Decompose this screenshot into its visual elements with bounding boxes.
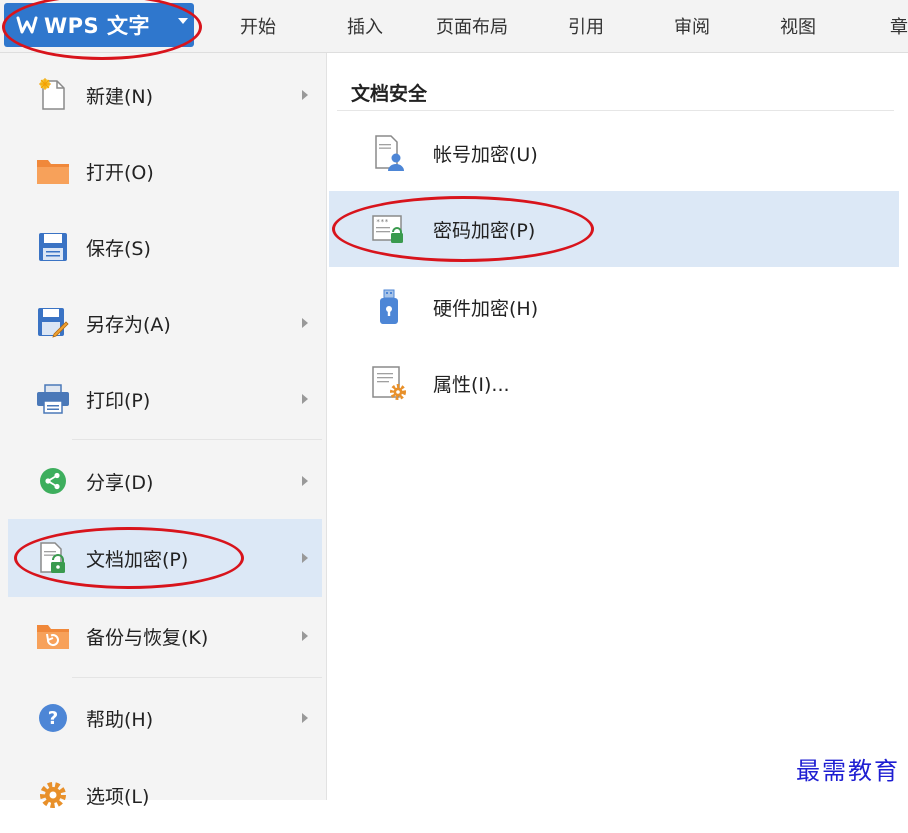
svg-text:?: ? [48, 708, 58, 729]
chevron-right-icon [302, 90, 308, 100]
menu-item-backup-restore[interactable]: 备份与恢复(K) [8, 597, 322, 675]
watermark-text: 最需教育 [796, 757, 900, 785]
menu-item-save[interactable]: 保存(S) [8, 209, 322, 285]
chevron-right-icon [302, 318, 308, 328]
menu-item-label: 打印(P) [86, 389, 151, 412]
menu-item-label: 打开(O) [86, 161, 154, 184]
submenu-item-label: 密码加密(P) [433, 219, 536, 242]
menu-item-open[interactable]: 打开(O) [8, 133, 322, 209]
ribbon-tabs: 开始 插入 页面布局 引用 审阅 视图 章 [194, 0, 908, 52]
menu-item-label: 备份与恢复(K) [86, 626, 209, 649]
chevron-down-icon[interactable] [178, 18, 188, 24]
menu-item-print[interactable]: 打印(P) [8, 361, 322, 437]
tab-review[interactable]: 审阅 [636, 0, 748, 52]
menu-item-doc-encrypt[interactable]: 文档加密(P) [8, 519, 322, 597]
submenu-item-account-encrypt[interactable]: 帐号加密(U) [329, 115, 899, 191]
tab-home[interactable]: 开始 [194, 0, 322, 52]
tab-page-layout[interactable]: 页面布局 [408, 0, 536, 52]
menu-separator [72, 439, 322, 440]
new-doc-icon [36, 78, 70, 112]
ribbon-bar: WPS 文字 开始 插入 页面布局 引用 审阅 视图 章 [0, 0, 908, 53]
password-encrypt-icon: *** [369, 207, 409, 251]
tab-chapter[interactable]: 章 [848, 0, 908, 52]
menu-item-new[interactable]: 新建(N) [8, 57, 322, 133]
hardware-encrypt-icon [369, 285, 409, 329]
submenu-divider [337, 110, 894, 111]
submenu-header: 文档安全 [351, 83, 428, 105]
menu-item-label: 帮助(H) [86, 708, 154, 731]
gear-icon [36, 778, 70, 812]
chevron-right-icon [302, 394, 308, 404]
backup-restore-icon [36, 619, 70, 653]
chevron-right-icon [302, 553, 308, 563]
menu-item-help[interactable]: ? 帮助(H) [8, 679, 322, 757]
tab-insert[interactable]: 插入 [322, 0, 408, 52]
menu-item-label: 文档加密(P) [86, 548, 189, 571]
menu-item-label: 另存为(A) [86, 313, 171, 336]
menu-item-share[interactable]: 分享(D) [8, 443, 322, 519]
share-icon [36, 464, 70, 498]
save-icon [36, 230, 70, 264]
menu-item-options[interactable]: 选项(L) [8, 757, 322, 833]
submenu-item-properties[interactable]: 属性(I)... [329, 345, 899, 421]
properties-icon [369, 361, 409, 405]
menu-item-label: 保存(S) [86, 237, 151, 260]
account-encrypt-icon [369, 131, 409, 175]
wps-logo-icon [16, 16, 38, 34]
wps-app-menu-button[interactable]: WPS 文字 [4, 3, 194, 47]
chevron-right-icon [302, 631, 308, 641]
menu-item-label: 选项(L) [86, 785, 150, 808]
chevron-right-icon [302, 713, 308, 723]
app-title: WPS 文字 [44, 14, 150, 38]
menu-item-label: 分享(D) [86, 471, 154, 494]
folder-open-icon [36, 154, 70, 188]
submenu-item-label: 属性(I)... [433, 373, 510, 396]
submenu-item-password-encrypt[interactable]: *** 密码加密(P) [329, 191, 899, 267]
doc-encrypt-icon [36, 541, 70, 575]
svg-text:***: *** [376, 218, 389, 226]
menu-separator [72, 677, 322, 678]
menu-item-save-as[interactable]: 另存为(A) [8, 285, 322, 361]
submenu-item-label: 帐号加密(U) [433, 143, 538, 166]
doc-security-submenu: 文档安全 帐号加密(U) *** 密码加密(P) 硬件加密(H) 属性(I)..… [327, 53, 908, 800]
submenu-item-label: 硬件加密(H) [433, 297, 539, 320]
file-menu: 新建(N) 打开(O) 保存(S) 另存为(A) 打印(P) 分享(D) 文档加… [0, 53, 327, 808]
tab-references[interactable]: 引用 [536, 0, 636, 52]
help-icon: ? [36, 701, 70, 735]
menu-item-label: 新建(N) [86, 85, 154, 108]
submenu-item-hardware-encrypt[interactable]: 硬件加密(H) [329, 269, 899, 345]
print-icon [36, 382, 70, 416]
chevron-right-icon [302, 476, 308, 486]
save-as-icon [36, 306, 70, 340]
tab-view[interactable]: 视图 [748, 0, 848, 52]
